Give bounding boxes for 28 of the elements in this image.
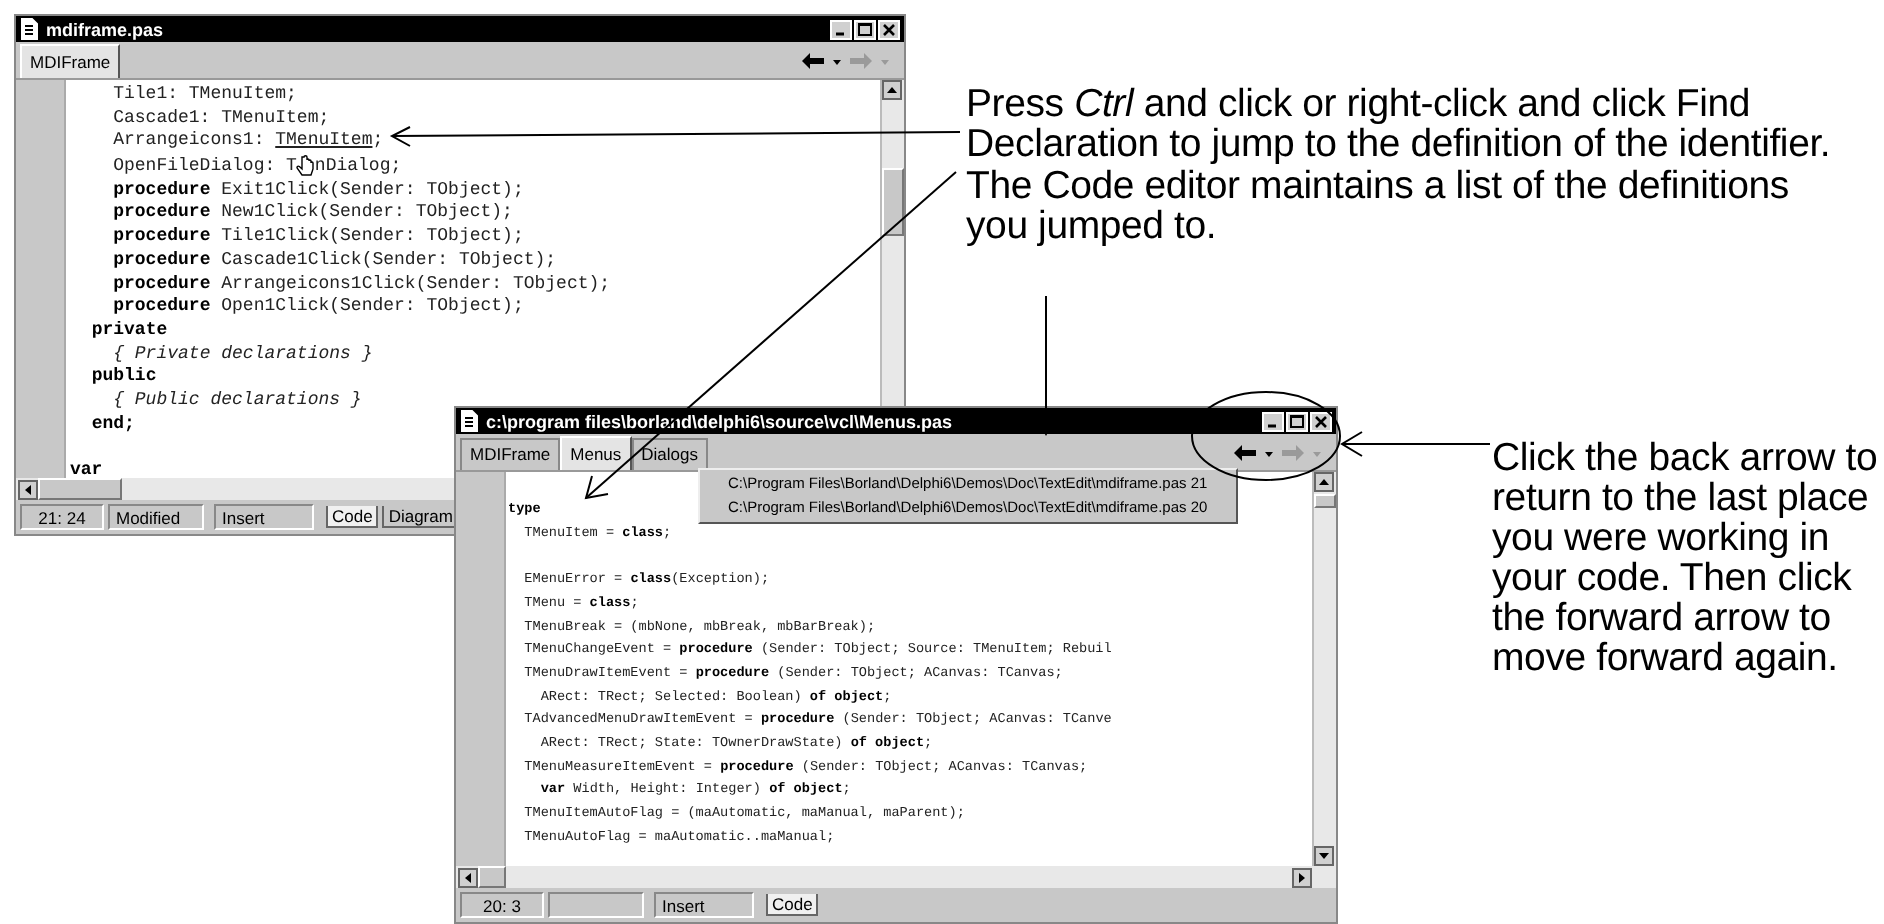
code-line: public	[89, 366, 157, 391]
cursor-position: 20: 3	[460, 892, 544, 918]
window-title: mdiframe.pas	[46, 19, 166, 39]
code-line: { Private declarations }	[111, 343, 373, 367]
code-line: procedure Cascade1Click(Sender: TObject);	[111, 249, 557, 273]
code-line: end;	[89, 413, 135, 437]
callout-text: Click the back arrow to return to the last place you were working in your code. Then click the forward arrow to move forward again.	[1492, 438, 1880, 678]
code-text: OpenFileDialog: T	[111, 155, 297, 176]
code-text: nDialog;	[314, 155, 402, 176]
edit-mode: Insert	[654, 892, 754, 918]
callout-text: The Code editor maintains a list of the definitions you jumped to.	[966, 166, 1791, 246]
code-line: var	[70, 458, 103, 478]
code-text: ;	[372, 130, 384, 151]
code-line: procedure Exit1Click(Sender: TObject);	[111, 179, 524, 203]
code-line: procedure Open1Click(Sender: TObject);	[111, 296, 524, 320]
callout-text: Press Ctrl and click or right-click and click Find Declaration to jump to the definition of the identifier.	[966, 84, 1833, 164]
modified-indicator: Modified	[108, 504, 204, 530]
code-line: procedure Tile1Click(Sender: TObject);	[111, 226, 524, 250]
cursor-position: 21: 24	[20, 504, 104, 530]
code-line: procedure New1Click(Sender: TObject);	[111, 202, 513, 227]
window-title: c:\program files\borland\delphi6\source\vcl\Menus.pas	[486, 411, 955, 431]
code-line: private	[89, 319, 168, 344]
code-line: Tile1: TMenuItem;	[111, 84, 297, 108]
code-text: Arrangeicons1:	[111, 130, 267, 151]
code-line: procedure Arrangeicons1Click(Sender: TObject);	[111, 273, 611, 297]
code-line: { Public declarations }	[111, 390, 362, 414]
code-line: Cascade1: TMenuItem;	[111, 107, 330, 131]
edit-mode: Insert	[214, 504, 314, 530]
